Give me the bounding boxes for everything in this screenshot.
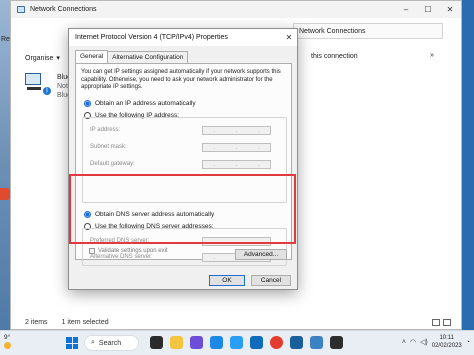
dialog-title: Internet Protocol Version 4 (TCP/IPv4) P… [75, 34, 228, 41]
general-panel: You can get IP settings assigned automat… [75, 63, 292, 266]
preferred-dns-input: ... [202, 237, 271, 246]
ip-auto-radio[interactable] [84, 100, 91, 107]
control-panel-icon[interactable] [310, 336, 323, 349]
item-count: 2 items [25, 318, 48, 326]
chevron-up-icon[interactable]: ˄ [402, 339, 406, 346]
status-bar: 2 items 1 item selected [11, 315, 461, 329]
start-button[interactable] [66, 337, 78, 349]
alternative-dns-label: Alternative DNS server: [90, 254, 153, 260]
search-label: Search [98, 339, 122, 347]
clock-time: 10:11 [439, 335, 455, 341]
terminal-icon[interactable] [330, 336, 343, 349]
preferred-dns-label: Preferred DNS server: [90, 238, 150, 244]
tab-general[interactable]: General [75, 50, 109, 63]
system-tray: ˄ ◠ ◁) 10:11 02/02/2023 ◔ [402, 334, 470, 350]
tab-alternative-configuration[interactable]: Alternative Configuration [108, 51, 189, 63]
window-controls: – ☐ ✕ [395, 5, 461, 14]
ok-button[interactable]: OK [209, 275, 245, 286]
sun-icon [4, 342, 11, 349]
ip-address-input: ... [202, 126, 271, 135]
default-gateway-label: Default gateway: [90, 161, 135, 167]
subnet-mask-label: Subnet mask: [90, 144, 127, 150]
view-toggles [432, 318, 461, 326]
address-bar[interactable]: Network Connections [293, 23, 443, 39]
file-explorer-icon[interactable] [170, 336, 183, 349]
details-view-icon[interactable] [432, 318, 440, 326]
toolbar-more-button[interactable]: » [427, 52, 437, 59]
desktop-background: Re [0, 0, 10, 330]
validate-checkbox[interactable] [89, 248, 95, 254]
network-adapter-icon [25, 73, 41, 85]
taskbar-search[interactable]: ⌕ Search [84, 335, 139, 351]
network-settings-app-icon[interactable] [290, 336, 303, 349]
store-icon[interactable] [210, 336, 223, 349]
dns-auto-label: Obtain DNS server address automatically [95, 211, 215, 218]
clock[interactable]: 10:11 02/02/2023 [432, 334, 462, 350]
dialog-titlebar[interactable]: Internet Protocol Version 4 (TCP/IPv4) P… [69, 29, 297, 46]
explorer-titlebar[interactable]: Network Connections – ☐ ✕ [11, 1, 461, 18]
weather-widget[interactable]: 9° [4, 334, 11, 351]
validate-option[interactable]: Validate settings upon exit [89, 248, 168, 254]
taskbar: 9° ⌕ Search ˄ ◠ ◁) 10:11 02/02/2023 ◔ [0, 330, 474, 355]
advanced-button[interactable]: Advanced... [235, 249, 287, 260]
speaker-icon[interactable]: ◁) [420, 338, 428, 346]
weather-temp: 9° [4, 334, 11, 341]
maximize-button[interactable]: ☐ [417, 5, 439, 14]
task-view-icon[interactable] [150, 336, 163, 349]
desktop-app-icon[interactable] [0, 188, 10, 200]
ip-address-label: IP address: [90, 127, 121, 133]
mail-icon[interactable] [230, 336, 243, 349]
minimize-button[interactable]: – [395, 5, 417, 14]
notification-icon[interactable]: ◔ [466, 339, 470, 346]
selection-count: 1 item selected [61, 318, 109, 326]
chevron-down-icon: ▾ [56, 55, 60, 62]
chrome-icon[interactable] [270, 336, 283, 349]
rename-connection-button[interactable]: this connection [311, 53, 358, 60]
organise-label: Organise [25, 54, 54, 62]
tiles-view-icon[interactable] [443, 318, 451, 326]
default-gateway-input: ... [202, 160, 271, 169]
dialog-close-icon[interactable]: ✕ [281, 33, 297, 42]
clock-date: 02/02/2023 [431, 343, 462, 349]
address-text: Network Connections [299, 28, 366, 35]
dns-auto-option[interactable]: Obtain DNS server address automatically [84, 211, 214, 218]
wifi-icon[interactable]: ◠ [410, 338, 416, 346]
organise-button[interactable]: Organise ▾ [25, 54, 60, 63]
ipv4-properties-dialog: Internet Protocol Version 4 (TCP/IPv4) P… [68, 28, 298, 290]
dialog-tabs: General Alternative Configuration [75, 50, 189, 63]
search-icon: ⌕ [91, 339, 95, 346]
adapter-item-bluetooth[interactable]: ᛒ Blue Not Blue [25, 71, 71, 107]
validate-label: Validate settings upon exit [98, 248, 168, 254]
cable-icon [27, 87, 41, 90]
ip-auto-label: Obtain an IP address automatically [95, 100, 196, 107]
desktop-partial-label: Re [1, 36, 10, 43]
cancel-button[interactable]: Cancel [251, 275, 291, 286]
subnet-mask-input: ... [202, 143, 271, 152]
dns-auto-radio[interactable] [84, 211, 91, 218]
edge-icon[interactable] [250, 336, 263, 349]
bluetooth-icon: ᛒ [43, 87, 51, 95]
intro-text: You can get IP settings assigned automat… [81, 69, 281, 90]
ip-auto-option[interactable]: Obtain an IP address automatically [84, 100, 196, 107]
teams-icon[interactable] [190, 336, 203, 349]
explorer-title: Network Connections [30, 6, 97, 13]
close-button[interactable]: ✕ [439, 5, 461, 14]
network-icon [17, 6, 25, 13]
